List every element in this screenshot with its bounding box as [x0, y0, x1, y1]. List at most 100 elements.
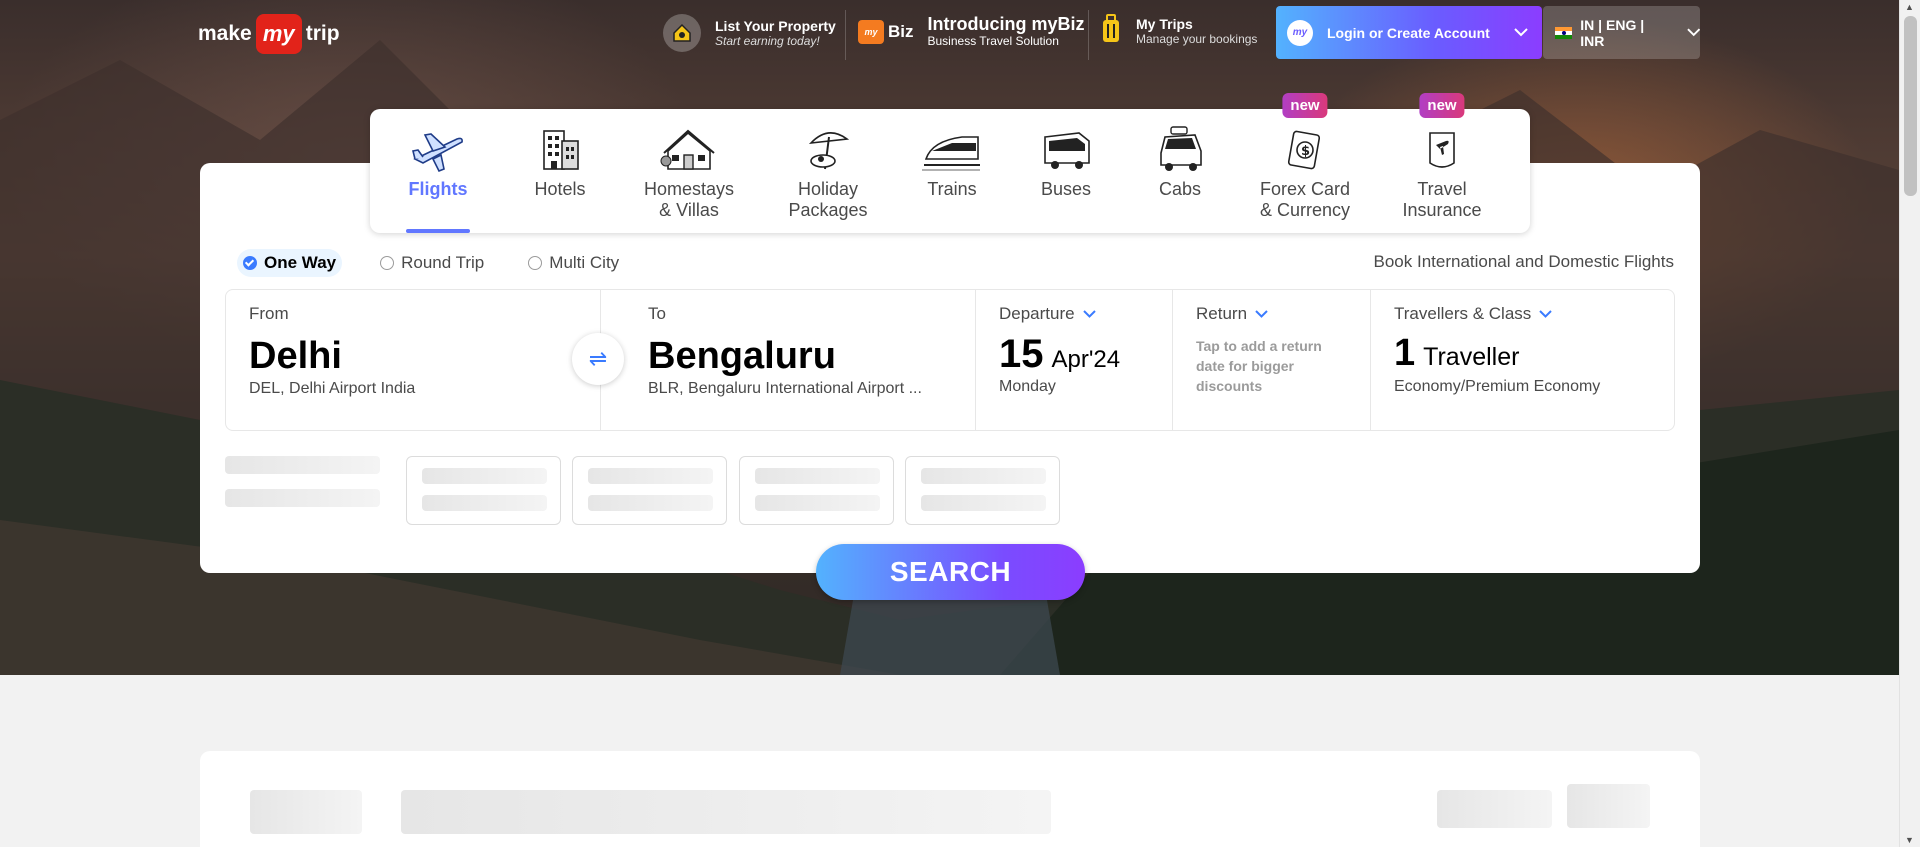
my-trips-link[interactable]: My Trips Manage your bookings: [1100, 14, 1257, 49]
tab-label: Buses: [1040, 179, 1092, 199]
list-property-subtitle: Start earning today!: [715, 33, 820, 48]
mybiz-icon: my Biz: [858, 19, 914, 44]
return-hint: Tap to add a return date for bigger disc…: [1196, 338, 1322, 394]
fare-option-placeholder: [739, 456, 894, 525]
tab-label: Holiday: [797, 179, 859, 199]
mybiz-badge: Biz: [888, 21, 914, 41]
tab-cabs[interactable]: Cabs: [1140, 109, 1220, 233]
travellers-label: Travellers & Class: [1394, 304, 1532, 323]
locale-selector[interactable]: IN | ENG | INR: [1543, 6, 1700, 59]
holiday-icon: [778, 109, 878, 179]
list-property-title: List Your Property: [715, 17, 836, 34]
chevron-down-icon: [1082, 310, 1096, 318]
travel-class: Economy/Premium Economy: [1394, 378, 1601, 395]
bus-icon: [1026, 109, 1106, 179]
mmt-avatar-icon: my: [1287, 19, 1313, 46]
forex-icon: $: [1252, 109, 1358, 179]
departure-month-year: Apr'24: [1051, 346, 1121, 373]
tab-label: Hotels: [534, 179, 586, 199]
trip-type-selector: One Way Round Trip Multi City: [237, 249, 657, 277]
from-label: From: [249, 304, 289, 323]
offers-section-placeholder: [200, 751, 1700, 847]
tab-label: Trains: [927, 179, 977, 199]
departure-field[interactable]: Departure 15 Apr'24 Monday: [976, 290, 1173, 430]
trip-type-label: Round Trip: [401, 253, 485, 272]
insurance-icon: [1402, 109, 1482, 179]
chevron-down-icon: [1686, 28, 1700, 37]
book-international-text: Book International and Domestic Flights: [1373, 252, 1675, 271]
product-tabs: Flights Hotels Homestays & Villas Holida…: [370, 93, 1530, 233]
trip-type-label: Multi City: [549, 253, 620, 272]
scrollbar-thumb[interactable]: [1904, 16, 1917, 196]
suitcase-icon: [1100, 14, 1122, 49]
page-scrollbar[interactable]: ▲ ▼: [1899, 0, 1920, 847]
logo-text-trip: trip: [305, 22, 340, 45]
makemytrip-logo[interactable]: make my trip: [198, 14, 340, 54]
tab-holiday-packages[interactable]: Holiday Packages: [778, 109, 878, 233]
to-airport: BLR, Bengaluru International Airport ...: [648, 380, 922, 397]
to-label: To: [648, 304, 666, 323]
tab-travel-insurance[interactable]: new Travel Insurance: [1402, 93, 1482, 233]
loading-placeholder: [225, 456, 380, 474]
return-field[interactable]: Return Tap to add a return date for bigg…: [1173, 290, 1371, 430]
property-icon: [663, 14, 701, 52]
scroll-down-icon[interactable]: ▼: [1905, 835, 1914, 845]
chevron-down-icon: [1539, 310, 1553, 318]
tab-label: Homestays: [643, 179, 735, 199]
list-property-link[interactable]: List Your Property Start earning today!: [663, 14, 836, 52]
from-city: Delhi: [249, 335, 342, 377]
swap-arrows-icon: ⇌: [588, 346, 608, 371]
header-divider: [845, 10, 846, 60]
trip-type-multi-city[interactable]: Multi City: [522, 249, 625, 277]
travellers-field[interactable]: Travellers & Class 1 Traveller Economy/P…: [1371, 290, 1674, 430]
svg-text:$: $: [1301, 144, 1310, 159]
radio-icon: [528, 256, 543, 270]
trip-type-round-trip[interactable]: Round Trip: [374, 249, 490, 277]
departure-label: Departure: [999, 304, 1075, 323]
mybiz-link[interactable]: my Biz Introducing myBiz Business Travel…: [858, 14, 1085, 49]
search-button[interactable]: SEARCH: [816, 544, 1085, 600]
tab-label-line2: & Currency: [1259, 200, 1351, 220]
departure-day: 15: [999, 332, 1044, 376]
new-badge: new: [1282, 93, 1328, 118]
to-field[interactable]: To Bengaluru BLR, Bengaluru Internationa…: [601, 290, 976, 430]
chevron-down-icon: [1255, 310, 1268, 318]
trip-type-one-way[interactable]: One Way: [237, 249, 343, 277]
tab-label: Forex Card: [1259, 179, 1351, 199]
my-trips-subtitle: Manage your bookings: [1136, 32, 1258, 46]
trip-type-label: One Way: [264, 253, 337, 272]
tab-label: Cabs: [1158, 179, 1202, 199]
tab-trains[interactable]: Trains: [912, 109, 992, 233]
tab-label: Travel: [1417, 179, 1467, 199]
tab-homestays[interactable]: Homestays & Villas: [634, 109, 744, 233]
radio-checked-icon: [243, 256, 257, 270]
fare-option-placeholder: [572, 456, 727, 525]
to-city: Bengaluru: [648, 335, 836, 377]
loading-placeholder: [225, 489, 380, 507]
tab-label-line2: & Villas: [659, 200, 719, 220]
from-field[interactable]: From Delhi DEL, Delhi Airport India: [226, 290, 601, 430]
chevron-down-icon: [1514, 28, 1528, 37]
india-flag-icon: [1555, 26, 1573, 39]
logo-text-make: make: [198, 22, 252, 45]
login-label: Login or Create Account: [1327, 24, 1490, 41]
mybiz-title: Introducing myBiz: [927, 14, 1085, 34]
cab-icon: [1140, 109, 1220, 179]
tab-flights[interactable]: Flights: [406, 109, 470, 233]
scroll-up-icon[interactable]: ▲: [1905, 2, 1914, 12]
traveller-unit: Traveller: [1423, 343, 1520, 371]
tab-forex[interactable]: new $ Forex Card & Currency: [1252, 93, 1358, 233]
tab-label-line2: Packages: [788, 200, 868, 220]
from-airport: DEL, Delhi Airport India: [249, 380, 416, 397]
new-badge: new: [1419, 93, 1465, 118]
search-fields: From Delhi DEL, Delhi Airport India To B…: [225, 289, 1675, 431]
fare-option-placeholder: [406, 456, 561, 525]
flight-icon: [406, 109, 470, 179]
tab-hotels[interactable]: Hotels: [520, 109, 600, 233]
login-button[interactable]: my Login or Create Account: [1276, 6, 1542, 59]
swap-cities-button[interactable]: ⇌: [572, 333, 624, 385]
tab-buses[interactable]: Buses: [1026, 109, 1106, 233]
train-icon: [912, 109, 992, 179]
homestay-icon: [634, 109, 744, 179]
loading-placeholder: [1437, 790, 1552, 828]
